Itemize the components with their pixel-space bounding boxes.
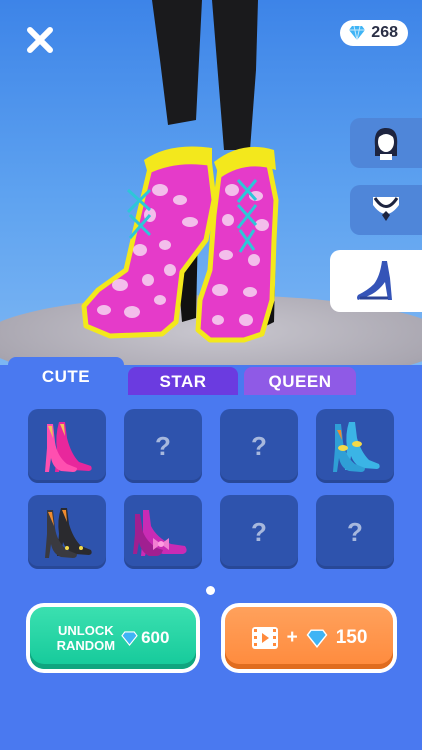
- black-heels-icon: [45, 508, 92, 558]
- bow-heels-icon: [133, 510, 187, 556]
- shoe-slot-4[interactable]: [316, 409, 394, 483]
- diamond-icon: [306, 628, 328, 648]
- shoe-slot-2-locked[interactable]: ?: [124, 409, 202, 483]
- shoe-slot-5[interactable]: [28, 495, 106, 569]
- close-button[interactable]: [22, 22, 58, 58]
- side-tab-necklace[interactable]: [350, 185, 422, 235]
- side-tab-shoes[interactable]: [330, 250, 422, 312]
- video-icon: [251, 627, 278, 649]
- unlock-random-line1: UNLOCK: [58, 623, 114, 638]
- watch-video-button[interactable]: + 150: [221, 603, 397, 673]
- unlock-random-button[interactable]: UNLOCK RANDOM 600: [26, 603, 200, 673]
- shoe-slot-3-locked[interactable]: ?: [220, 409, 298, 483]
- unlock-random-price: 600: [121, 628, 169, 648]
- page-indicator-dot: [206, 586, 215, 595]
- tab-cute-label: CUTE: [41, 367, 91, 386]
- tab-star[interactable]: STAR: [128, 367, 238, 397]
- locked-question-mark: ?: [251, 516, 267, 547]
- shoe-slot-8-locked[interactable]: ?: [316, 495, 394, 569]
- locked-question-mark: ?: [347, 516, 363, 547]
- category-side-tabs: [330, 118, 422, 329]
- gem-counter: 268: [340, 20, 408, 46]
- pink-heels-icon: [45, 422, 92, 472]
- close-icon: [27, 27, 53, 53]
- video-plus-sign: +: [286, 627, 298, 648]
- locked-question-mark: ?: [251, 430, 267, 461]
- tab-cute[interactable]: CUTE: [8, 357, 124, 397]
- side-tab-face[interactable]: [350, 118, 422, 168]
- diamond-icon: [121, 630, 138, 646]
- blue-heels-icon: [333, 422, 380, 472]
- high-heel-icon: [357, 261, 392, 300]
- video-reward-value: 150: [335, 627, 368, 648]
- unlock-random-line2: RANDOM: [56, 638, 116, 653]
- tab-queen[interactable]: QUEEN: [244, 367, 356, 397]
- diamond-icon: [349, 25, 366, 41]
- style-tabs: CUTE STAR QUEEN: [0, 357, 422, 397]
- shoe-slot-1[interactable]: [28, 409, 106, 483]
- shoe-slot-7-locked[interactable]: ?: [220, 495, 298, 569]
- character-preview: 268: [0, 0, 422, 365]
- necklace-icon: [373, 197, 399, 221]
- tab-star-label: STAR: [159, 372, 207, 391]
- item-panel: ? ? ? ? UNLOCK RANDOM 600 + 150: [0, 395, 422, 750]
- locked-question-mark: ?: [155, 430, 171, 461]
- face-icon: [374, 128, 398, 160]
- gem-count: 268: [371, 24, 398, 41]
- unlock-random-price-value: 600: [141, 628, 170, 647]
- tab-queen-label: QUEEN: [268, 372, 332, 391]
- shoe-slot-6[interactable]: [124, 495, 202, 569]
- shoe-grid: ? ? ? ?: [28, 409, 394, 569]
- unlock-random-label: UNLOCK RANDOM: [57, 623, 116, 653]
